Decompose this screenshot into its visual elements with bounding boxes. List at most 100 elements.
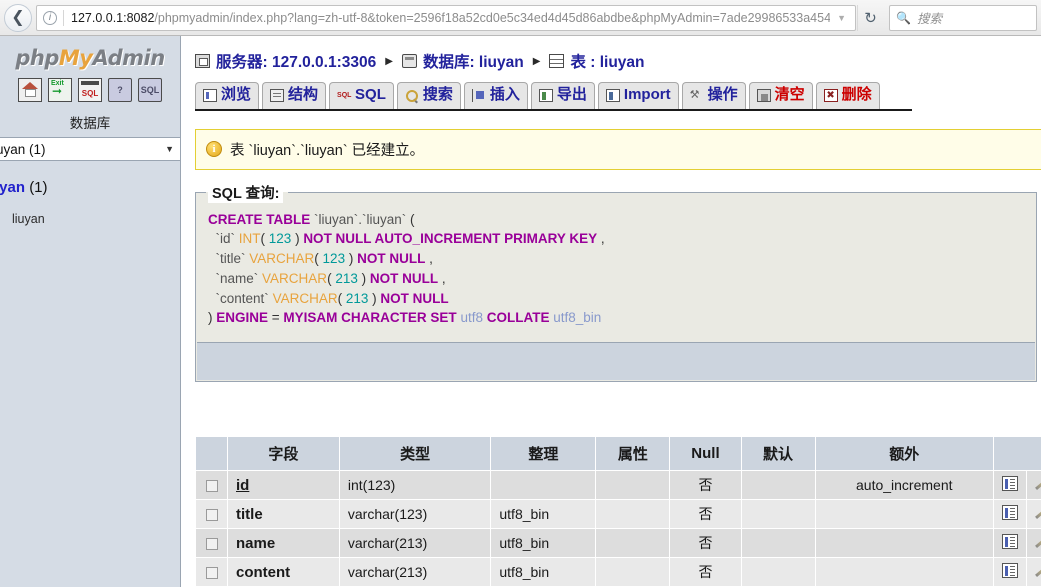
cell-null: 否 xyxy=(669,528,742,558)
row-checkbox[interactable] xyxy=(205,509,218,522)
sql-query-legend: SQL 查询: xyxy=(208,181,284,203)
cell-attributes xyxy=(595,557,671,587)
edit-icon[interactable] xyxy=(1035,476,1041,491)
tab-empty[interactable]: 清空 xyxy=(748,82,813,109)
sql-token: `name` xyxy=(215,270,259,286)
cell-action[interactable] xyxy=(993,528,1027,558)
row-checkbox-cell[interactable] xyxy=(195,528,228,558)
cell-field: title xyxy=(227,499,340,529)
cell-collation: utf8_bin xyxy=(490,557,597,587)
row-checkbox-cell[interactable] xyxy=(195,557,228,587)
tab-export-label: 导出 xyxy=(556,86,587,103)
browse-icon[interactable] xyxy=(1002,563,1018,578)
structure-table-head: 字段类型整理属性Null默认额外操作 xyxy=(195,436,1041,471)
phpmyadmin-logo[interactable]: phpMyAdmin xyxy=(0,36,180,76)
sql-window-icon[interactable]: SQL xyxy=(78,78,102,102)
sidebar-table-liuyan[interactable]: liuyan xyxy=(12,196,180,226)
browse-icon[interactable] xyxy=(1002,534,1018,549)
cell-attributes xyxy=(595,528,671,558)
sql-token: utf8 xyxy=(460,310,483,326)
success-notice: i 表 `liuyan`.`liuyan` 已经建立。 xyxy=(195,128,1041,170)
cell-extra: auto_increment xyxy=(814,470,995,500)
url-dropdown-icon[interactable]: ▼ xyxy=(830,13,853,23)
sql-docs-icon[interactable]: SQL xyxy=(138,78,162,102)
cell-action[interactable] xyxy=(1026,499,1041,529)
site-info-icon[interactable]: i xyxy=(43,10,57,25)
row-checkbox[interactable] xyxy=(205,567,218,580)
home-roof xyxy=(22,82,38,89)
cell-extra xyxy=(814,557,995,587)
tab-search-label: 搜索 xyxy=(422,86,453,103)
url-bar[interactable]: i 127.0.0.1:8082/phpmyadmin/index.php?la… xyxy=(36,4,856,31)
tab-operations[interactable]: ⚒ 操作 xyxy=(681,82,746,109)
edit-icon[interactable] xyxy=(1035,534,1041,549)
cell-action[interactable] xyxy=(1026,470,1041,500)
tab-drop-label: 删除 xyxy=(841,86,872,103)
tab-drop[interactable]: ✖ 删除 xyxy=(815,82,880,109)
cell-null: 否 xyxy=(669,470,742,500)
sql-token: `content` xyxy=(215,290,269,306)
row-checkbox-cell[interactable] xyxy=(195,499,228,529)
logout-arrow: ➞ xyxy=(52,84,63,98)
tab-insert[interactable]: 插入 xyxy=(463,82,528,109)
breadcrumb-table[interactable]: 表 : liuyan xyxy=(549,50,645,72)
browse-icon xyxy=(203,88,217,102)
sql-token: ( xyxy=(314,251,323,267)
back-arrow-icon: ❮ xyxy=(11,8,25,26)
home-icon[interactable] xyxy=(18,78,42,102)
tab-operations-label: 操作 xyxy=(707,86,738,103)
tab-browse[interactable]: 浏览 xyxy=(195,82,260,109)
cell-action[interactable] xyxy=(993,470,1027,500)
table-row: namevarchar(213)utf8_bin否✖UT xyxy=(195,528,1041,558)
logout-icon[interactable]: Exit ➞ xyxy=(48,78,72,102)
help-icon[interactable]: ? xyxy=(108,78,132,102)
sidebar-db-entry[interactable]: uyan (1) xyxy=(0,179,180,196)
edit-icon[interactable] xyxy=(1035,563,1041,578)
sql-token: ( xyxy=(337,290,346,306)
sql-token: VARCHAR xyxy=(262,270,328,286)
tab-sql-label: SQL xyxy=(355,86,386,103)
breadcrumb-server-label: 服务器: 127.0.0.1:3306 xyxy=(216,54,377,71)
tab-export[interactable]: 导出 xyxy=(530,82,595,109)
sql-query-panel: SQL 查询: CREATE TABLE `liuyan`.`liuyan` (… xyxy=(195,181,1037,382)
structure-header-cell xyxy=(195,436,228,471)
sql-token: `title` xyxy=(215,251,246,267)
sql-token: = xyxy=(268,310,284,326)
url-text: 127.0.0.1:8082/phpmyadmin/index.php?lang… xyxy=(71,11,830,25)
table-icon xyxy=(549,54,565,68)
cell-action[interactable] xyxy=(993,499,1027,529)
cell-action[interactable] xyxy=(1026,528,1041,558)
operations-icon: ⚒ xyxy=(689,88,700,101)
tab-search[interactable]: 搜索 xyxy=(396,82,461,109)
cell-attributes xyxy=(595,470,671,500)
browser-search-box[interactable]: 🔍 搜索 xyxy=(889,4,1037,31)
tab-sql[interactable]: SQL SQL xyxy=(329,82,394,109)
tab-structure[interactable]: 结构 xyxy=(262,82,327,109)
breadcrumb: 服务器: 127.0.0.1:3306 ▶ 数据库: liuyan ▶ 表 : … xyxy=(195,36,1041,82)
cell-action[interactable] xyxy=(993,557,1027,587)
logo-php: php xyxy=(15,46,59,70)
sql-query-toolbar[interactable] xyxy=(197,341,1035,380)
row-checkbox-cell[interactable] xyxy=(195,470,228,500)
browse-icon[interactable] xyxy=(1002,476,1018,491)
browse-icon[interactable] xyxy=(1002,505,1018,520)
reload-button[interactable]: ↻ xyxy=(857,4,883,31)
url-host: 127.0.0.1:8082 xyxy=(71,10,155,25)
breadcrumb-database[interactable]: 数据库: liuyan xyxy=(401,50,524,72)
breadcrumb-server[interactable]: 服务器: 127.0.0.1:3306 xyxy=(195,50,376,72)
back-button[interactable]: ❮ xyxy=(4,3,32,32)
home-body xyxy=(24,89,36,97)
edit-icon[interactable] xyxy=(1035,505,1041,520)
cell-action[interactable] xyxy=(1026,557,1041,587)
sql-token: `liuyan`.`liuyan` xyxy=(314,211,407,227)
row-checkbox[interactable] xyxy=(205,480,218,493)
sql-token: ) xyxy=(291,231,304,247)
cell-attributes xyxy=(595,499,671,529)
tab-import[interactable]: Import xyxy=(597,82,679,109)
search-placeholder: 搜索 xyxy=(916,12,942,26)
database-icon xyxy=(401,54,417,68)
structure-table-container: 字段类型整理属性Null默认额外操作 idint(123) 否 auto_incre… xyxy=(195,436,1041,587)
database-select[interactable]: uyan (1) ▼ xyxy=(0,137,180,161)
row-checkbox[interactable] xyxy=(205,538,218,551)
